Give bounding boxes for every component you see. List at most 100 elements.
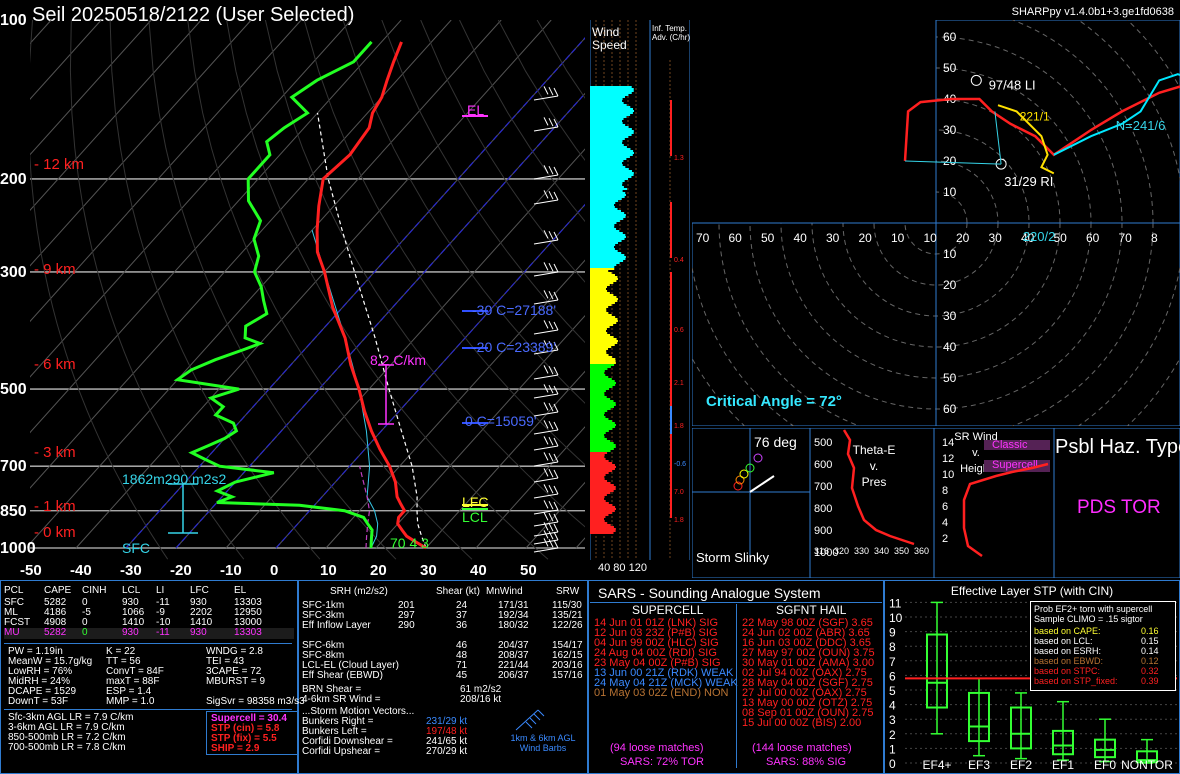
temp-adv-value: 2.1 — [674, 380, 684, 387]
isotherm-label: 0 C=15059' — [465, 413, 537, 429]
speed-bar — [590, 422, 615, 424]
supercell-matches: (94 loose matches) — [610, 742, 704, 754]
parcel-cell: MU — [4, 627, 20, 638]
speed-bar — [590, 490, 614, 492]
theta-y-tick: 500 — [814, 437, 832, 449]
speed-bar — [590, 518, 605, 520]
speed-bar — [590, 374, 606, 376]
speed-bar — [590, 446, 616, 448]
legend-value: 0.16 — [1141, 626, 1159, 636]
wind-barb-flag — [553, 385, 559, 395]
speed-bar — [590, 500, 606, 502]
temp-adv-value: 0.4 — [674, 257, 684, 264]
speed-bar — [590, 206, 615, 208]
temp-adv-value: 0.6 — [674, 327, 684, 334]
isotherm-line — [325, 259, 585, 549]
hodo-y-tick: 50 — [943, 61, 957, 75]
wind-barb-flag — [553, 523, 559, 533]
speed-bar — [590, 430, 609, 432]
downdraft-trace — [359, 466, 371, 549]
kin-header: SRW — [556, 586, 580, 597]
speed-bar — [590, 512, 612, 514]
wind-barb-flag — [543, 320, 549, 329]
speed-bar — [590, 396, 607, 398]
wind-barb-flag — [548, 190, 554, 200]
theta-x-tick: 320 — [834, 546, 849, 556]
parcel-header: CAPE — [44, 585, 72, 596]
parcel-cell: -11 — [156, 627, 170, 638]
temp-adv-bar — [670, 100, 672, 156]
kin-cell: Eff Inflow Layer — [302, 620, 371, 631]
speed-bar — [590, 372, 605, 374]
hodo-x-tick: 50 — [1054, 231, 1068, 245]
speed-bar — [590, 324, 614, 326]
wind-barb-flag — [543, 402, 549, 411]
speed-bar — [590, 306, 609, 308]
speed-bar — [590, 520, 605, 522]
speed-bar — [590, 154, 633, 156]
speed-bar — [590, 124, 626, 126]
wind-barb-flag — [543, 452, 549, 461]
dry-adiabat — [264, 20, 585, 528]
speed-bar — [590, 432, 606, 434]
speed-bar — [590, 376, 609, 378]
hodo-y-tick: 30 — [943, 309, 957, 323]
speed-bar — [590, 310, 607, 312]
temp-adv-value: 1.3 — [674, 155, 684, 162]
speed-bar — [590, 272, 612, 274]
wind-barb-flag — [553, 321, 559, 331]
wind-barb-flag — [553, 501, 559, 511]
parcel-header-row: PCL CAPE CINH LCL LI LFC EL — [4, 586, 294, 597]
speed-bar — [590, 262, 620, 264]
speed-bar — [590, 264, 617, 266]
wind-barb-flag — [553, 469, 559, 479]
temp-adv-value: -0.6 — [674, 461, 686, 468]
srwind-y-tick: 6 — [942, 501, 948, 513]
stp-y-tick: 4 — [889, 699, 896, 713]
speed-bar — [590, 328, 607, 330]
hodo-x-tick: 40 — [794, 231, 808, 245]
speed-bar — [590, 210, 622, 212]
speed-bar — [590, 92, 632, 94]
speed-bar — [590, 330, 607, 332]
barb-flag — [525, 721, 533, 729]
wind-barb-flag — [543, 500, 549, 509]
speed-bar — [590, 258, 626, 260]
kin-cell: 180/32 — [498, 620, 529, 631]
hodo-y-tick: 30 — [943, 123, 957, 137]
speed-bar — [590, 364, 615, 366]
speed-bar — [590, 156, 630, 158]
hail-header: SGFNT HAIL — [776, 603, 847, 617]
isotherm-line — [225, 148, 585, 549]
speed-bar — [590, 106, 631, 108]
stp-x-label: EF4+ — [922, 758, 951, 772]
speed-bar — [590, 428, 613, 430]
legend-label: based on STP_fixed: — [1034, 676, 1118, 686]
speed-bar — [590, 492, 611, 494]
sars-divider — [590, 602, 882, 603]
speed-bar — [590, 252, 622, 254]
temp-tick: -10 — [220, 562, 242, 579]
speed-bar — [590, 216, 626, 218]
speed-bar — [590, 510, 615, 512]
kin-cell: Eff Shear (EBWD) — [302, 670, 383, 681]
supercell-analog: 01 May 03 02Z (END) NON — [594, 687, 729, 699]
speed-bar — [590, 504, 613, 506]
kin-cell: 122/26 — [552, 620, 583, 631]
speed-bar — [590, 236, 626, 238]
speed-bar — [590, 326, 610, 328]
hodo-y-tick: 60 — [943, 402, 957, 416]
hodo-x-tick: 60 — [729, 231, 743, 245]
wind-speed-column: 1.3 0.4 0.6 2.1 1.8 -0.6 7.0 1.8 — [590, 20, 690, 560]
parcel-header: LFC — [190, 585, 209, 596]
speed-bar — [590, 300, 618, 302]
speed-bar — [590, 280, 617, 282]
wind-barb-flag — [548, 538, 554, 548]
height-label: - 9 km — [34, 261, 76, 278]
legend-label: based on EBWD: — [1034, 656, 1104, 666]
supercell-header: SUPERCELL — [632, 603, 704, 617]
speed-bar — [590, 282, 614, 284]
speed-bar — [590, 320, 618, 322]
speed-bar — [590, 304, 612, 306]
parcel-header: CINH — [82, 585, 107, 596]
